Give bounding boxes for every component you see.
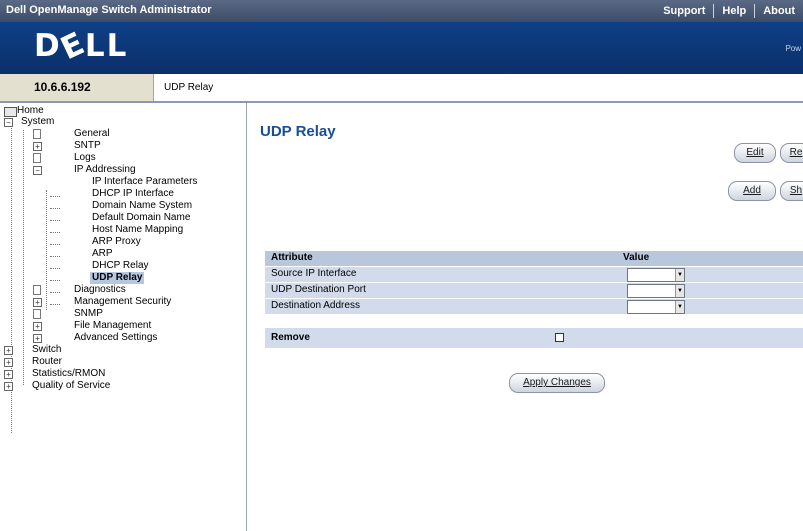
tree-item-advanced-settings[interactable]: Advanced Settings	[74, 332, 157, 344]
show-all-button[interactable]: Sh	[780, 181, 803, 201]
app-title: Dell OpenManage Switch Administrator	[6, 4, 212, 16]
row-label-udp-destination-port: UDP Destination Port	[271, 284, 366, 295]
page-icon	[33, 129, 41, 139]
tree-connector	[46, 190, 47, 310]
collapse-icon[interactable]: −	[4, 118, 13, 127]
tree-connector	[50, 292, 60, 293]
expand-icon[interactable]: +	[4, 358, 13, 367]
folder-icon	[4, 107, 17, 117]
dropdown-arrow-icon: ▼	[675, 285, 684, 297]
tree-item-system[interactable]: System	[21, 116, 54, 128]
collapse-icon[interactable]: −	[33, 166, 42, 175]
expand-icon[interactable]: +	[33, 298, 42, 307]
tree-item-ip-interface-parameters[interactable]: IP Interface Parameters	[92, 176, 197, 188]
table-row: Destination Address ▼	[265, 299, 803, 315]
page-icon	[33, 309, 41, 319]
column-header-attribute: Attribute	[271, 252, 313, 263]
path-bar: 10.6.6.192 UDP Relay	[0, 74, 803, 103]
tree-item-domain-name-system[interactable]: Domain Name System	[92, 200, 192, 212]
dropdown-arrow-icon: ▼	[675, 269, 684, 281]
breadcrumb: UDP Relay	[164, 82, 214, 93]
remove-checkbox[interactable]	[555, 333, 564, 342]
tree-item-switch[interactable]: Switch	[32, 344, 61, 356]
tree-connector	[50, 208, 60, 209]
tree-item-quality-of-service[interactable]: Quality of Service	[32, 380, 110, 392]
tree-connector	[50, 220, 60, 221]
tree-item-statistics-rmon[interactable]: Statistics/RMON	[32, 368, 105, 380]
device-ip: 10.6.6.192	[34, 80, 91, 94]
expand-icon[interactable]: +	[33, 322, 42, 331]
tree-connector	[50, 196, 60, 197]
tree-item-snmp[interactable]: SNMP	[74, 308, 103, 320]
tree-item-arp-proxy[interactable]: ARP Proxy	[92, 236, 141, 248]
apply-changes-button[interactable]: Apply Changes	[509, 373, 605, 393]
page-title: UDP Relay	[260, 123, 336, 140]
navigation-tree: Home − System General + SNTP Logs − IP A…	[0, 103, 247, 531]
page-icon	[33, 153, 41, 163]
title-bar: Dell OpenManage Switch Administrator Sup…	[0, 0, 803, 22]
tree-connector	[50, 256, 60, 257]
table-row: UDP Destination Port ▼	[265, 283, 803, 299]
tree-item-arp[interactable]: ARP	[92, 248, 113, 260]
support-link[interactable]: Support	[655, 5, 713, 17]
expand-icon[interactable]: +	[4, 346, 13, 355]
brand-tagline: Pow	[785, 44, 801, 53]
udp-destination-port-select[interactable]: ▼	[627, 284, 685, 298]
tree-item-default-domain-name[interactable]: Default Domain Name	[92, 212, 190, 224]
tree-item-dhcp-ip-interface[interactable]: DHCP IP Interface	[92, 188, 174, 200]
about-link[interactable]: About	[755, 5, 803, 17]
tree-connector	[50, 244, 60, 245]
expand-icon[interactable]: +	[4, 382, 13, 391]
tree-item-host-name-mapping[interactable]: Host Name Mapping	[92, 224, 183, 236]
tree-item-router[interactable]: Router	[32, 356, 62, 368]
top-links: Support Help About	[655, 0, 803, 22]
tree-item-file-management[interactable]: File Management	[74, 320, 151, 332]
tree-item-logs[interactable]: Logs	[74, 152, 96, 164]
device-ip-cell: 10.6.6.192	[0, 74, 154, 101]
tree-item-dhcp-relay[interactable]: DHCP Relay	[92, 260, 149, 272]
tree-item-management-security[interactable]: Management Security	[74, 296, 171, 308]
refresh-button[interactable]: Re	[780, 143, 803, 163]
source-ip-interface-select[interactable]: ▼	[627, 268, 685, 282]
tree-item-udp-relay[interactable]: UDP Relay	[90, 272, 145, 284]
destination-address-select[interactable]: ▼	[627, 300, 685, 314]
expand-icon[interactable]: +	[33, 334, 42, 343]
table-header-row: Attribute Value	[265, 251, 803, 267]
brand-banner: DELL Pow	[0, 22, 803, 74]
tree-item-general[interactable]: General	[74, 128, 110, 140]
page-icon	[33, 285, 41, 295]
column-header-value: Value	[623, 252, 650, 263]
tree-connector	[50, 304, 60, 305]
dropdown-arrow-icon: ▼	[675, 301, 684, 313]
remove-label: Remove	[271, 332, 310, 343]
tree-item-sntp[interactable]: SNTP	[74, 140, 101, 152]
row-label-destination-address: Destination Address	[271, 300, 360, 311]
edit-button[interactable]: Edit	[734, 143, 776, 163]
tree-item-ip-addressing[interactable]: IP Addressing	[74, 164, 136, 176]
tree-item-diagnostics[interactable]: Diagnostics	[74, 284, 126, 296]
add-button[interactable]: Add	[728, 181, 776, 201]
row-label-source-ip-interface: Source IP Interface	[271, 268, 357, 279]
expand-icon[interactable]: +	[33, 142, 42, 151]
tree-connector	[50, 280, 60, 281]
tree-connector	[50, 268, 60, 269]
tree-connector	[23, 130, 24, 385]
table-row: Source IP Interface ▼	[265, 267, 803, 283]
expand-icon[interactable]: +	[4, 370, 13, 379]
dell-logo: DELL	[34, 24, 129, 68]
main-content: UDP Relay Edit Re Add Sh Attribute Value…	[247, 103, 803, 531]
help-link[interactable]: Help	[714, 5, 754, 17]
tree-connector	[50, 232, 60, 233]
remove-row: Remove	[265, 328, 803, 348]
